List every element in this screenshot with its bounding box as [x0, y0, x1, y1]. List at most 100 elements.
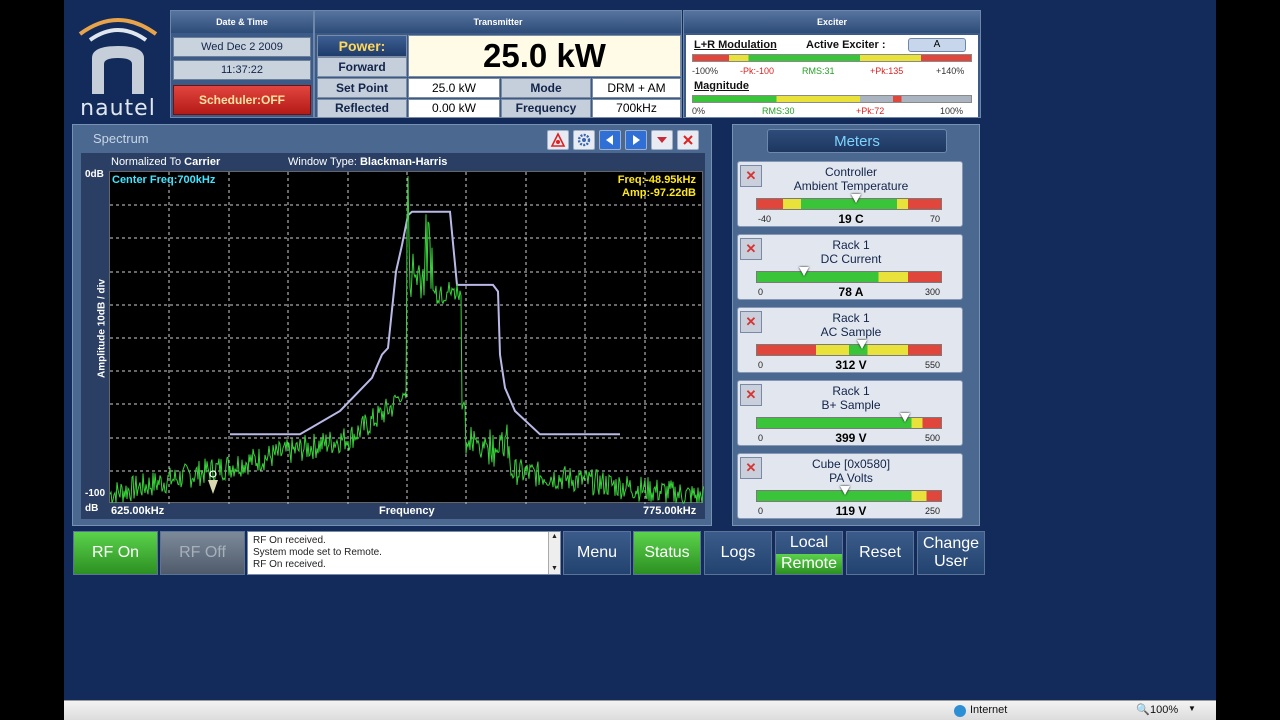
meter-max: 500 — [924, 433, 940, 443]
log-line: RF On received. — [253, 559, 326, 570]
meter-title-2: B+ Sample — [821, 398, 881, 412]
exciter-panel: Exciter L+R Modulation Active Exciter : … — [683, 10, 981, 118]
mode-label: Mode — [501, 78, 591, 98]
meter-max: 70 — [929, 214, 940, 224]
event-log: RF On received. System mode set to Remot… — [247, 531, 561, 575]
meter-scale-bar — [756, 344, 942, 356]
meters-title: Meters — [767, 129, 947, 153]
meter-title-1: Rack 1 — [832, 384, 870, 398]
rf-off-button[interactable]: RF Off — [160, 531, 245, 575]
meter-min: -40 — [758, 214, 772, 224]
settings-icon[interactable] — [573, 130, 595, 150]
scroll-down-icon[interactable]: ▼ — [549, 564, 560, 574]
close-icon[interactable] — [677, 130, 699, 150]
active-exciter-label: Active Exciter : — [806, 39, 886, 51]
meter-card: ✕ Rack 1 AC Sample 0 312 V 550 — [737, 307, 963, 373]
menu-button[interactable]: Menu — [563, 531, 631, 575]
power-value: 25.0 kW — [408, 35, 681, 77]
meter-max: 250 — [924, 506, 940, 516]
reflected-label: Reflected — [317, 99, 407, 118]
setpoint-value: 25.0 kW — [408, 78, 500, 98]
mod-scale-min: -100% — [692, 66, 719, 76]
y-axis-title: Amplitude 10dB / div — [96, 279, 108, 378]
meter-value: 312 V — [835, 358, 867, 372]
dropdown-icon[interactable] — [651, 130, 673, 150]
normalized-text: Normalized To — [111, 156, 182, 168]
logo-text: nautel — [80, 96, 156, 121]
freq-readout-label: Freq: — [617, 174, 646, 186]
x-center-label: Frequency — [379, 505, 435, 517]
reflected-value: 0.00 kW — [408, 99, 500, 118]
local-label: Local — [789, 534, 829, 551]
meter-card: ✕ Controller Ambient Temperature -40 19 … — [737, 161, 963, 227]
logs-button[interactable]: Logs — [704, 531, 772, 575]
meter-pointer — [840, 486, 851, 495]
browser-status-bar: Internet 🔍 100% ▼ — [64, 700, 1216, 720]
meter-card: ✕ Rack 1 DC Current 0 78 A 300 — [737, 234, 963, 300]
meter-value: 19 C — [838, 212, 864, 226]
meter-max: 550 — [924, 360, 940, 370]
exciter-body: L+R Modulation Active Exciter : A -100% … — [686, 35, 978, 117]
normalized-label: Normalized To Carrier — [111, 156, 220, 168]
scheduler-button[interactable]: Scheduler:OFF — [173, 85, 311, 115]
remote-label: Remote — [776, 554, 842, 574]
setpoint-label: Set Point — [317, 78, 407, 98]
spectrum-title: Spectrum — [93, 131, 149, 146]
freq-readout-value: -48.95kHz — [645, 174, 696, 186]
mod-pk-neg: -Pk:-100 — [740, 66, 775, 76]
meter-pointer — [851, 194, 862, 203]
local-remote-button[interactable]: Local Remote — [775, 531, 843, 575]
meter-value: 119 V — [835, 504, 867, 518]
mag-scale-min: 0% — [692, 106, 706, 116]
active-exciter-value: A — [908, 38, 966, 52]
zoom-dropdown-icon[interactable]: ▼ — [1188, 704, 1196, 713]
status-button[interactable]: Status — [633, 531, 701, 575]
meter-max: 300 — [924, 287, 940, 297]
mod-rms: RMS:31 — [802, 66, 835, 76]
app-window: nautel Date & Time Wed Dec 2 2009 11:37:… — [64, 0, 1216, 720]
meter-title-1: Controller — [824, 165, 878, 179]
window-label: Window Type: Blackman-Harris — [288, 156, 447, 168]
datetime-title: Date & Time — [171, 11, 313, 33]
window-value: Blackman-Harris — [359, 156, 448, 168]
modulation-bar — [692, 54, 972, 62]
scroll-up-icon[interactable]: ▲ — [549, 532, 560, 542]
transmitter-title: Transmitter — [315, 11, 681, 33]
meter-pointer — [799, 267, 810, 276]
log-line: RF On received. — [253, 535, 326, 546]
datetime-panel: Date & Time Wed Dec 2 2009 11:37:22 Sche… — [170, 10, 314, 118]
freq-readout: Freq:-48.95kHz — [618, 174, 696, 186]
zoom-level[interactable]: 100% — [1150, 704, 1178, 716]
mag-rms: RMS:30 — [762, 106, 795, 116]
date-display: Wed Dec 2 2009 — [173, 37, 311, 57]
meter-card: ✕ Rack 1 B+ Sample 0 399 V 500 — [737, 380, 963, 446]
log-scrollbar[interactable]: ▲ ▼ — [548, 532, 560, 574]
power-label: Power: — [317, 35, 407, 57]
y-bottom-label: -100 — [85, 488, 106, 499]
magnitude-label: Magnitude — [694, 80, 749, 92]
spectrum-plot[interactable]: Center Freq:700kHz Freq:-48.95kHz Amp:-9… — [109, 171, 704, 504]
log-line: System mode set to Remote. — [253, 547, 382, 558]
alarm-icon[interactable] — [547, 130, 569, 150]
meter-title-1: Rack 1 — [832, 311, 870, 325]
change-user-button[interactable]: Change User — [917, 531, 985, 575]
zoom-icon[interactable]: 🔍 — [1136, 703, 1150, 716]
x-right-label: 775.00kHz — [643, 505, 697, 517]
meter-scale-bar — [756, 417, 942, 429]
mod-scale-max: +140% — [936, 66, 965, 76]
zone-label: Internet — [970, 704, 1008, 716]
reset-button[interactable]: Reset — [846, 531, 914, 575]
meter-min: 0 — [758, 506, 764, 516]
change-user-line2: User — [934, 553, 968, 570]
rf-on-button[interactable]: RF On — [73, 531, 158, 575]
meter-card: ✕ Cube [0x0580] PA Volts 0 119 V 250 — [737, 453, 963, 519]
mod-pk-pos: +Pk:135 — [870, 66, 904, 76]
magnitude-bar — [692, 95, 972, 103]
arrow-right-icon[interactable] — [625, 130, 647, 150]
meter-scale-bar — [756, 198, 942, 210]
amp-readout-value: -97.22dB — [650, 187, 696, 199]
window-text: Window Type: — [288, 156, 357, 168]
meter-title-1: Cube [0x0580] — [811, 457, 891, 471]
meter-scale-bar — [756, 271, 942, 283]
arrow-left-icon[interactable] — [599, 130, 621, 150]
